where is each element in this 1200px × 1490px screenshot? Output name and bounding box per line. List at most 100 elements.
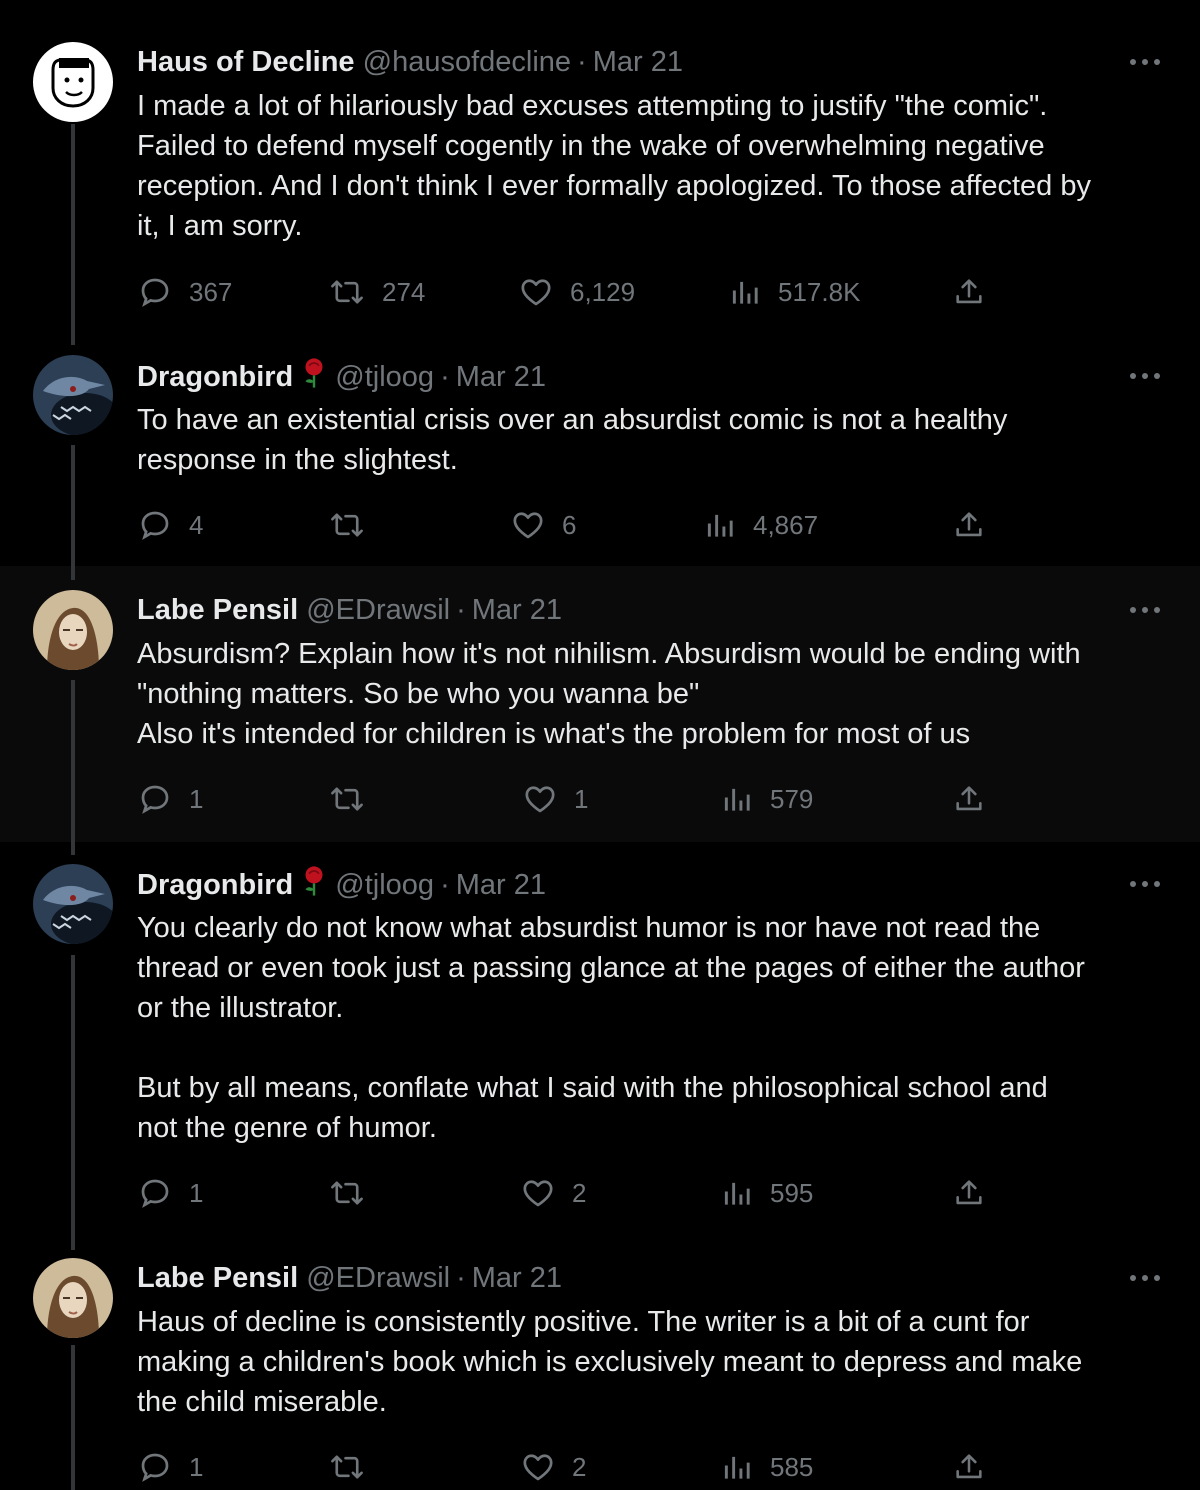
separator-dot: · bbox=[440, 869, 450, 902]
repost-button[interactable] bbox=[328, 779, 382, 819]
share-button[interactable] bbox=[952, 505, 986, 545]
heart-icon bbox=[510, 507, 546, 543]
like-count: 1 bbox=[574, 783, 589, 814]
heart-icon bbox=[518, 274, 554, 310]
views-count: 517.8K bbox=[778, 276, 861, 307]
tweet-header: Dragonbird @tjloog · Mar 21 bbox=[137, 864, 1140, 904]
share-button[interactable] bbox=[952, 779, 986, 819]
reply-icon bbox=[137, 274, 173, 310]
repost-icon bbox=[328, 1175, 366, 1211]
more-options-icon[interactable] bbox=[1130, 56, 1162, 68]
avatar[interactable] bbox=[33, 355, 113, 435]
thread-line bbox=[71, 445, 75, 580]
author-name[interactable]: Dragonbird bbox=[137, 869, 293, 901]
share-icon bbox=[952, 1449, 986, 1485]
reply-icon bbox=[137, 1449, 173, 1485]
share-button[interactable] bbox=[952, 1173, 986, 1213]
author-name[interactable]: Labe Pensil bbox=[137, 1262, 298, 1294]
tweet-header: Labe Pensil @EDrawsil · Mar 21 bbox=[137, 590, 1140, 630]
more-options-icon[interactable] bbox=[1130, 878, 1162, 890]
like-count: 6,129 bbox=[570, 276, 636, 307]
views-button[interactable]: 4,867 bbox=[705, 505, 818, 545]
author-name[interactable]: Haus of Decline bbox=[137, 46, 355, 78]
avatar[interactable] bbox=[33, 864, 113, 944]
heart-icon bbox=[520, 1449, 556, 1485]
views-button[interactable]: 579 bbox=[722, 779, 813, 819]
avatar[interactable] bbox=[33, 590, 113, 670]
reply-button[interactable]: 367 bbox=[137, 272, 232, 312]
rose-icon bbox=[299, 864, 329, 909]
views-count: 595 bbox=[770, 1177, 814, 1208]
repost-count: 274 bbox=[382, 276, 426, 307]
share-icon bbox=[952, 1175, 986, 1211]
author-handle[interactable]: @tjloog bbox=[335, 869, 434, 901]
author-handle[interactable]: @EDrawsil bbox=[306, 1262, 450, 1294]
heart-icon bbox=[520, 1175, 556, 1211]
thread-line bbox=[71, 680, 75, 855]
repost-button[interactable] bbox=[328, 505, 382, 545]
tweet-text: You clearly do not know what absurdist h… bbox=[137, 912, 1085, 1144]
share-icon bbox=[952, 781, 986, 817]
repost-icon bbox=[328, 507, 366, 543]
tweet-date[interactable]: Mar 21 bbox=[593, 46, 683, 78]
views-button[interactable]: 585 bbox=[722, 1447, 813, 1487]
thread-line bbox=[71, 1345, 75, 1490]
reply-count: 1 bbox=[189, 1177, 204, 1208]
avatar[interactable] bbox=[33, 1258, 113, 1338]
tweet-date[interactable]: Mar 21 bbox=[456, 361, 546, 393]
author-name[interactable]: Dragonbird bbox=[137, 361, 293, 393]
reply-count: 367 bbox=[189, 276, 233, 307]
avatar[interactable] bbox=[33, 42, 113, 122]
views-icon bbox=[722, 781, 754, 817]
rose-icon bbox=[299, 356, 329, 401]
views-button[interactable]: 517.8K bbox=[730, 272, 860, 312]
separator-dot: · bbox=[456, 594, 466, 626]
views-icon bbox=[722, 1449, 754, 1485]
tweet-text: Haus of decline is consistently positive… bbox=[137, 1306, 1083, 1418]
author-handle[interactable]: @tjloog bbox=[335, 361, 434, 393]
repost-button[interactable] bbox=[328, 1447, 382, 1487]
share-button[interactable] bbox=[952, 272, 986, 312]
views-icon bbox=[722, 1175, 754, 1211]
reply-count: 1 bbox=[189, 1451, 204, 1482]
reply-icon bbox=[137, 781, 173, 817]
views-button[interactable]: 595 bbox=[722, 1173, 813, 1213]
views-count: 4,867 bbox=[753, 509, 819, 540]
tweet-header: Dragonbird @tjloog · Mar 21 bbox=[137, 356, 1140, 396]
reply-button[interactable]: 1 bbox=[137, 1173, 203, 1213]
like-button[interactable]: 2 bbox=[520, 1447, 586, 1487]
reply-button[interactable]: 1 bbox=[137, 779, 203, 819]
more-options-icon[interactable] bbox=[1130, 604, 1162, 616]
repost-button[interactable]: 274 bbox=[328, 272, 425, 312]
repost-button[interactable] bbox=[328, 1173, 382, 1213]
reply-button[interactable]: 1 bbox=[137, 1447, 203, 1487]
tweet-date[interactable]: Mar 21 bbox=[472, 594, 562, 626]
separator-dot: · bbox=[456, 1262, 466, 1294]
author-name[interactable]: Labe Pensil bbox=[137, 594, 298, 626]
reply-count: 4 bbox=[189, 509, 204, 540]
more-options-icon[interactable] bbox=[1130, 1272, 1162, 1284]
tweet-date[interactable]: Mar 21 bbox=[472, 1262, 562, 1294]
views-count: 579 bbox=[770, 783, 814, 814]
author-handle[interactable]: @EDrawsil bbox=[306, 594, 450, 626]
views-count: 585 bbox=[770, 1451, 814, 1482]
like-count: 2 bbox=[572, 1177, 587, 1208]
reply-button[interactable]: 4 bbox=[137, 505, 203, 545]
like-button[interactable]: 1 bbox=[522, 779, 588, 819]
like-button[interactable]: 6,129 bbox=[518, 272, 635, 312]
tweet-header: Labe Pensil @EDrawsil · Mar 21 bbox=[137, 1258, 1140, 1298]
tweet-header: Haus of Decline @hausofdecline · Mar 21 bbox=[137, 42, 1140, 82]
like-count: 2 bbox=[572, 1451, 587, 1482]
tweet-date[interactable]: Mar 21 bbox=[456, 869, 546, 901]
author-handle[interactable]: @hausofdecline bbox=[363, 46, 571, 78]
separator-dot: · bbox=[440, 361, 450, 394]
like-button[interactable]: 2 bbox=[520, 1173, 586, 1213]
heart-icon bbox=[522, 781, 558, 817]
more-options-icon[interactable] bbox=[1130, 370, 1162, 382]
reply-count: 1 bbox=[189, 783, 204, 814]
like-button[interactable]: 6 bbox=[510, 505, 576, 545]
repost-icon bbox=[328, 781, 366, 817]
like-count: 6 bbox=[562, 509, 577, 540]
thread-line bbox=[71, 124, 75, 345]
share-button[interactable] bbox=[952, 1447, 986, 1487]
